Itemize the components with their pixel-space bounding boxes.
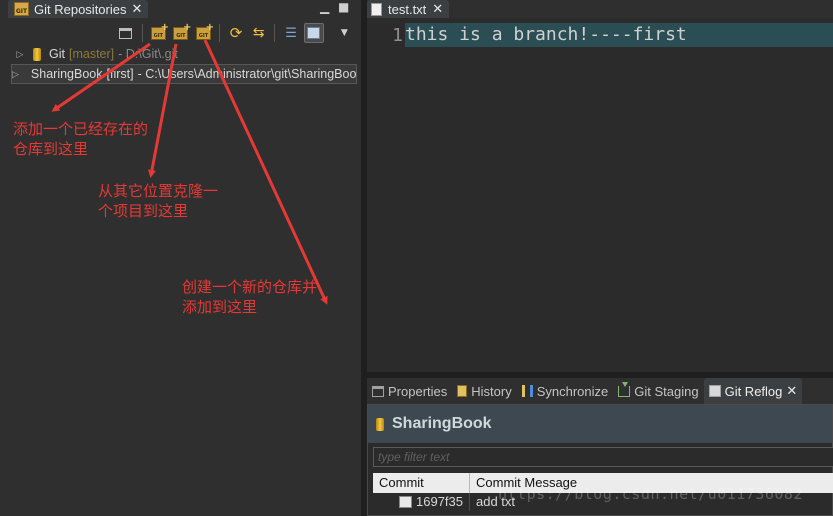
close-icon[interactable]: ✕ <box>432 3 443 16</box>
refresh-button[interactable]: ⟳ <box>226 23 246 43</box>
repository-name: Git <box>49 47 65 61</box>
tab-label: Git Reflog <box>724 383 783 399</box>
close-icon[interactable]: ✕ <box>131 3 142 16</box>
add-existing-repository-button[interactable]: GIT <box>149 22 169 43</box>
show-details-button[interactable] <box>303 23 324 43</box>
table-header: Commit Commit Message <box>373 473 833 493</box>
repository-item-git[interactable]: ▷ Git [master] - D:\Git\.git <box>11 44 357 64</box>
tree-layout-icon: ☰ <box>285 25 297 41</box>
history-icon <box>457 385 468 397</box>
repository-path: - D:\Git\.git <box>118 47 178 61</box>
chevron-down-icon: ▼ <box>340 28 348 38</box>
minimize-icon[interactable]: ▁ <box>320 0 329 14</box>
tab-git-reflog[interactable]: Git Reflog ✕ <box>703 378 803 404</box>
toolbar-separator <box>274 24 276 42</box>
clone-repository-button[interactable]: GIT <box>171 22 191 43</box>
reflog-header: SharingBook <box>368 405 832 443</box>
view-tab-bar: GIT Git Repositories ✕ ▁ ■ <box>0 0 361 18</box>
repository-name: SharingBook <box>30 67 103 81</box>
create-repository-button[interactable]: GIT <box>194 22 214 43</box>
repository-icon <box>33 47 41 61</box>
create-repository-icon: GIT <box>195 22 214 40</box>
expand-icon[interactable]: ▷ <box>12 69 19 80</box>
view-menu-button[interactable]: ▼ <box>335 23 355 43</box>
git-repositories-icon: GIT <box>14 2 29 16</box>
annotation-clone: 从其它位置克隆一个项目到这里 <box>98 182 219 220</box>
properties-icon <box>372 385 384 397</box>
tab-synchronize[interactable]: Synchronize <box>517 378 614 404</box>
git-reflog-view: SharingBook Commit Commit Message 1697f3… <box>367 404 833 516</box>
text-editor: test.txt ✕ 1 this is a branch!----first <box>367 0 833 372</box>
editor-tab-title: test.txt <box>388 1 427 17</box>
annotation-add-existing: 添加一个已经存在的仓库到这里 <box>13 120 149 158</box>
repository-icon <box>376 417 384 431</box>
tab-label: History <box>471 383 512 399</box>
reflog-repository-title: SharingBook <box>392 415 492 432</box>
tab-history[interactable]: History <box>452 378 516 404</box>
git-staging-icon <box>618 381 631 397</box>
column-header-commit-message[interactable]: Commit Message <box>470 473 833 493</box>
table-row[interactable]: 1697f35 add txt <box>373 493 833 511</box>
tab-label: Git Staging <box>634 383 699 399</box>
tab-title: Git Repositories <box>34 1 127 17</box>
collapse-all-icon <box>119 27 133 39</box>
details-icon <box>307 27 321 39</box>
git-reflog-icon <box>708 385 721 397</box>
synchronize-icon <box>521 385 533 397</box>
editor-tab-bar: test.txt ✕ <box>367 0 833 18</box>
commit-id: 1697f35 <box>416 494 463 509</box>
commit-icon <box>399 496 412 508</box>
repository-branch: [first] <box>106 67 134 81</box>
link-with-selection-button[interactable]: ⇆ <box>249 23 269 43</box>
maximize-icon[interactable]: ■ <box>338 0 349 14</box>
repository-path: - C:\Users\Administrator\git\SharingBook… <box>137 67 357 81</box>
commit-message: add txt <box>470 493 833 511</box>
filter-input[interactable] <box>373 447 833 467</box>
link-icon: ⇆ <box>252 25 265 41</box>
text-file-icon <box>371 2 382 16</box>
code-line[interactable]: 1 this is a branch!----first <box>367 22 833 48</box>
reflog-table: Commit Commit Message 1697f35 add txt <box>373 473 833 511</box>
repository-tree: ▷ Git [master] - D:\Git\.git ▷ SharingBo… <box>11 44 357 84</box>
toolbar-separator <box>141 24 143 42</box>
tab-git-staging[interactable]: Git Staging <box>613 378 703 404</box>
repositories-toolbar: GIT GIT GIT ⟳ ⇆ ☰ ▼ <box>116 22 354 44</box>
bottom-tab-bar: Properties History Synchronize Git Stagi… <box>367 378 833 404</box>
close-icon[interactable]: ✕ <box>786 385 797 398</box>
line-text[interactable]: this is a branch!----first <box>405 23 833 47</box>
toolbar-separator <box>219 24 221 42</box>
tab-label: Synchronize <box>536 383 609 399</box>
collapse-all-button[interactable] <box>116 23 136 43</box>
git-repositories-view: GIT Git Repositories ✕ ▁ ■ GIT GIT GIT ⟳… <box>0 0 361 516</box>
tab-test-txt[interactable]: test.txt ✕ <box>367 0 450 18</box>
repository-branch: [master] <box>68 47 115 61</box>
line-number: 1 <box>392 24 403 46</box>
tab-label: Properties <box>388 383 448 399</box>
commit-cell: 1697f35 <box>373 493 470 511</box>
tab-properties[interactable]: Properties <box>367 378 452 404</box>
tab-git-repositories[interactable]: GIT Git Repositories ✕ <box>8 0 149 18</box>
clone-repository-icon: GIT <box>173 22 191 40</box>
repository-item-sharingbook[interactable]: ▷ SharingBook [first] - C:\Users\Adminis… <box>11 64 357 84</box>
annotation-create-new: 创建一个新的仓库并添加到这里 <box>182 278 318 316</box>
refresh-icon: ⟳ <box>229 24 243 42</box>
bottom-panel: Properties History Synchronize Git Stagi… <box>367 378 833 516</box>
hierarchical-layout-button[interactable]: ☰ <box>281 23 301 43</box>
add-repository-icon: GIT <box>150 22 169 40</box>
column-header-commit[interactable]: Commit <box>373 473 470 493</box>
expand-icon[interactable]: ▷ <box>11 49 29 60</box>
